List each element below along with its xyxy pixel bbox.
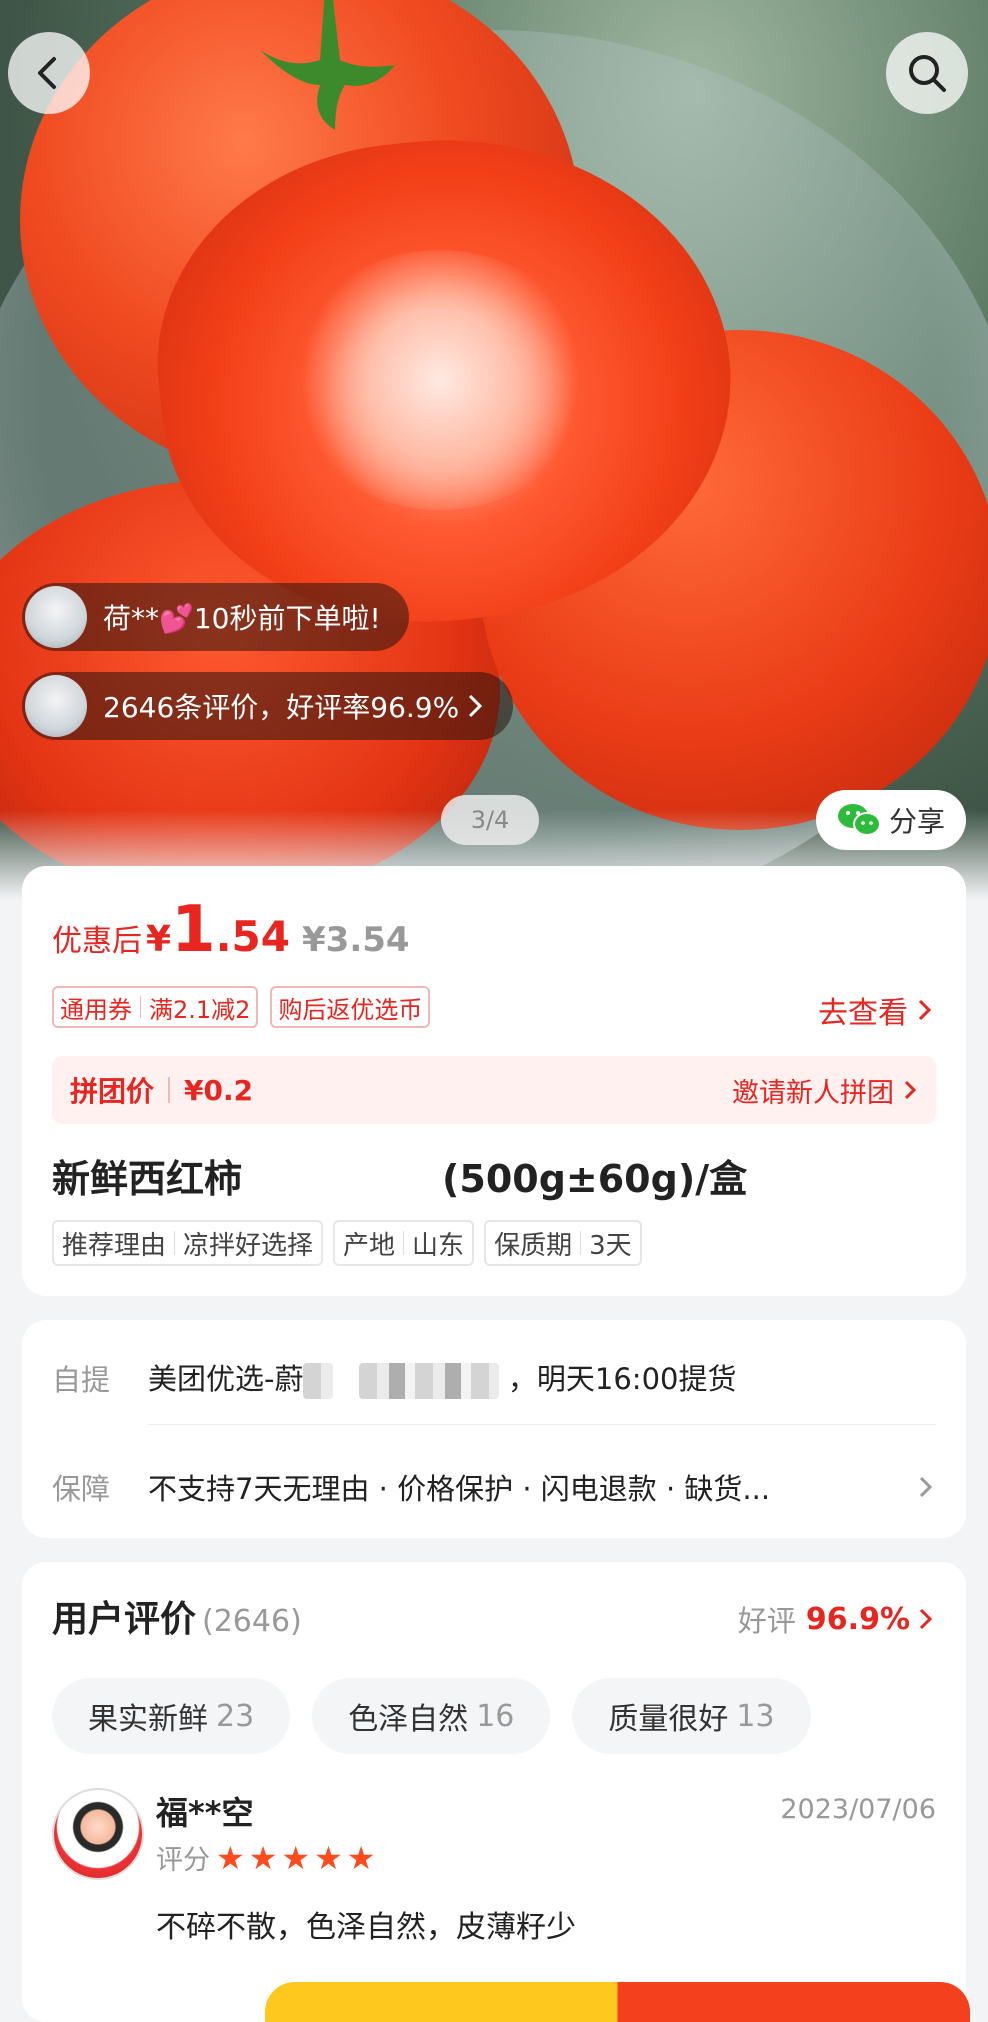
order-notice-pill: 荷**💕10秒前下单啦!	[22, 583, 409, 651]
chevron-left-icon	[38, 57, 56, 89]
review-tag-chips: 果实新鲜 23 色泽自然 16 质量很好 13	[52, 1678, 811, 1754]
score-label: 评分	[156, 1845, 210, 1876]
product-name: 新鲜西红柿	[52, 1157, 243, 1201]
back-button[interactable]	[8, 32, 90, 114]
tomato-core-graphic	[290, 250, 590, 510]
star-icon: ★	[281, 1838, 311, 1877]
avatar[interactable]	[52, 1788, 144, 1880]
product-attributes: 推荐理由 凉拌好选择 产地 山东 保质期 3天	[52, 1220, 642, 1266]
redacted-text	[303, 1363, 334, 1399]
group-price-label: 拼团价	[70, 1075, 155, 1108]
chip-label: 质量很好	[608, 1702, 729, 1737]
pickup-value: 美团优选-蔚 ，明天16:00提货	[148, 1356, 736, 1399]
guarantee-key: 保障	[52, 1472, 111, 1506]
invite-group-label: 邀请新人拼团	[732, 1077, 894, 1109]
price-decimal: .54	[215, 912, 290, 961]
chevron-right-icon	[918, 999, 932, 1021]
star-icon: ★	[314, 1838, 343, 1877]
group-price: ¥0.2	[184, 1073, 254, 1107]
search-icon	[909, 55, 946, 92]
price-currency: ¥	[146, 919, 172, 960]
avatar	[25, 675, 87, 737]
product-spec: (500g±60g)/盒	[442, 1157, 748, 1201]
reviews-header: 用户评价 (2646)	[52, 1590, 302, 1642]
bottom-action-bar[interactable]	[265, 1982, 970, 2022]
review-text: 不碎不散，色泽自然，皮薄籽少	[156, 1910, 576, 1945]
price-integer: 1	[171, 893, 216, 967]
rebate-label: 购后返优选币	[278, 995, 423, 1024]
coupon-tag: 通用券 满2.1减2	[52, 986, 259, 1028]
view-coupon-label: 去查看	[818, 996, 908, 1031]
chevron-right-icon	[919, 1476, 933, 1498]
attribute-value: 凉拌好选择	[183, 1230, 314, 1261]
star-rating: ★ ★ ★ ★ ★	[216, 1842, 375, 1874]
positive-rate-value: 96.9%	[805, 1601, 910, 1637]
star-icon: ★	[216, 1838, 245, 1877]
chip-count: 23	[216, 1698, 255, 1734]
pickup-store: 美团优选-蔚	[148, 1362, 304, 1396]
positive-rate-link[interactable]: 好评 96.9%	[738, 1598, 936, 1640]
order-notice-text: 荷**💕10秒前下单啦!	[103, 602, 381, 635]
chevron-right-icon	[904, 1080, 917, 1100]
search-button[interactable]	[886, 32, 968, 114]
coupon-type: 通用券	[60, 995, 132, 1024]
attribute-key: 保质期	[494, 1230, 573, 1261]
reviews-count: (2646)	[202, 1604, 302, 1639]
price-row: 优惠后 ¥ 1 .54 ¥3.54	[52, 898, 410, 962]
product-info-card: 优惠后 ¥ 1 .54 ¥3.54 通用券 满2.1减2 购后返优选币 去查看 …	[22, 866, 966, 1296]
coupon-tags: 通用券 满2.1减2 购后返优选币	[52, 986, 431, 1028]
pickup-key: 自提	[52, 1362, 111, 1397]
review-date: 2023/07/06	[780, 1794, 936, 1825]
star-icon: ★	[346, 1838, 376, 1877]
review-notice-pill[interactable]: 2646条评价，好评率96.9%	[22, 672, 514, 740]
price-label: 优惠后	[52, 924, 142, 959]
positive-rate-label: 好评	[737, 1604, 796, 1638]
redacted-text	[358, 1363, 499, 1399]
attribute-value: 山东	[412, 1230, 465, 1261]
rebate-tag: 购后返优选币	[270, 986, 431, 1028]
chevron-right-icon	[469, 694, 483, 718]
guarantee-row[interactable]: 保障 不支持7天无理由 · 价格保护 · 闪电退款 · 缺货...	[52, 1466, 936, 1508]
pickup-time: ，明天16:00提货	[507, 1362, 737, 1396]
avatar	[25, 586, 87, 648]
review-tag-chip[interactable]: 果实新鲜 23	[52, 1678, 291, 1754]
reviews-card: 用户评价 (2646) 好评 96.9% 果实新鲜 23 色泽自然 16 质量很好 1…	[22, 1562, 966, 2022]
attribute-tag: 产地 山东	[333, 1220, 475, 1266]
attribute-key: 推荐理由	[62, 1230, 167, 1261]
chip-count: 13	[736, 1698, 775, 1734]
attribute-value: 3天	[589, 1230, 632, 1261]
reviews-title: 用户评价	[52, 1599, 197, 1640]
product-image-carousel[interactable]	[0, 0, 988, 900]
tomato-stem-graphic	[260, 0, 395, 130]
product-title: 新鲜西红柿 (500g±60g)/盒	[52, 1148, 936, 1203]
coupon-rule: 满2.1减2	[149, 995, 251, 1024]
attribute-tag: 推荐理由 凉拌好选择	[52, 1220, 324, 1266]
chip-count: 16	[476, 1698, 515, 1734]
wechat-icon	[837, 804, 881, 836]
pickup-row[interactable]: 自提 美团优选-蔚 ，明天16:00提货	[52, 1356, 936, 1399]
review-score: 评分 ★ ★ ★ ★ ★	[156, 1838, 375, 1877]
service-card: 自提 美团优选-蔚 ，明天16:00提货 保障 不支持7天无理由 · 价格保护 …	[22, 1320, 966, 1538]
share-label: 分享	[888, 805, 945, 838]
review-tag-chip[interactable]: 色泽自然 16	[312, 1678, 551, 1754]
reviewer-name: 福**空	[156, 1794, 254, 1832]
chip-label: 色泽自然	[348, 1702, 469, 1737]
chevron-right-icon	[919, 1608, 933, 1630]
share-button[interactable]: 分享	[816, 790, 966, 850]
image-counter: 3/4	[441, 795, 539, 845]
original-price: ¥3.54	[302, 920, 410, 960]
divider	[148, 1424, 936, 1425]
attribute-tag: 保质期 3天	[484, 1220, 642, 1266]
star-icon: ★	[248, 1838, 278, 1877]
chip-label: 果实新鲜	[88, 1702, 208, 1737]
review-notice-text: 2646条评价，好评率96.9%	[103, 691, 460, 724]
group-buy-bar[interactable]: 拼团价 ¥0.2 邀请新人拼团	[52, 1056, 936, 1124]
view-coupon-link[interactable]: 去查看	[818, 988, 936, 1032]
review-tag-chip[interactable]: 质量很好 13	[572, 1678, 811, 1754]
guarantee-value: 不支持7天无理由 · 价格保护 · 闪电退款 · 缺货...	[148, 1472, 771, 1506]
invite-group-link[interactable]: 邀请新人拼团	[732, 1071, 920, 1110]
attribute-key: 产地	[343, 1230, 396, 1261]
